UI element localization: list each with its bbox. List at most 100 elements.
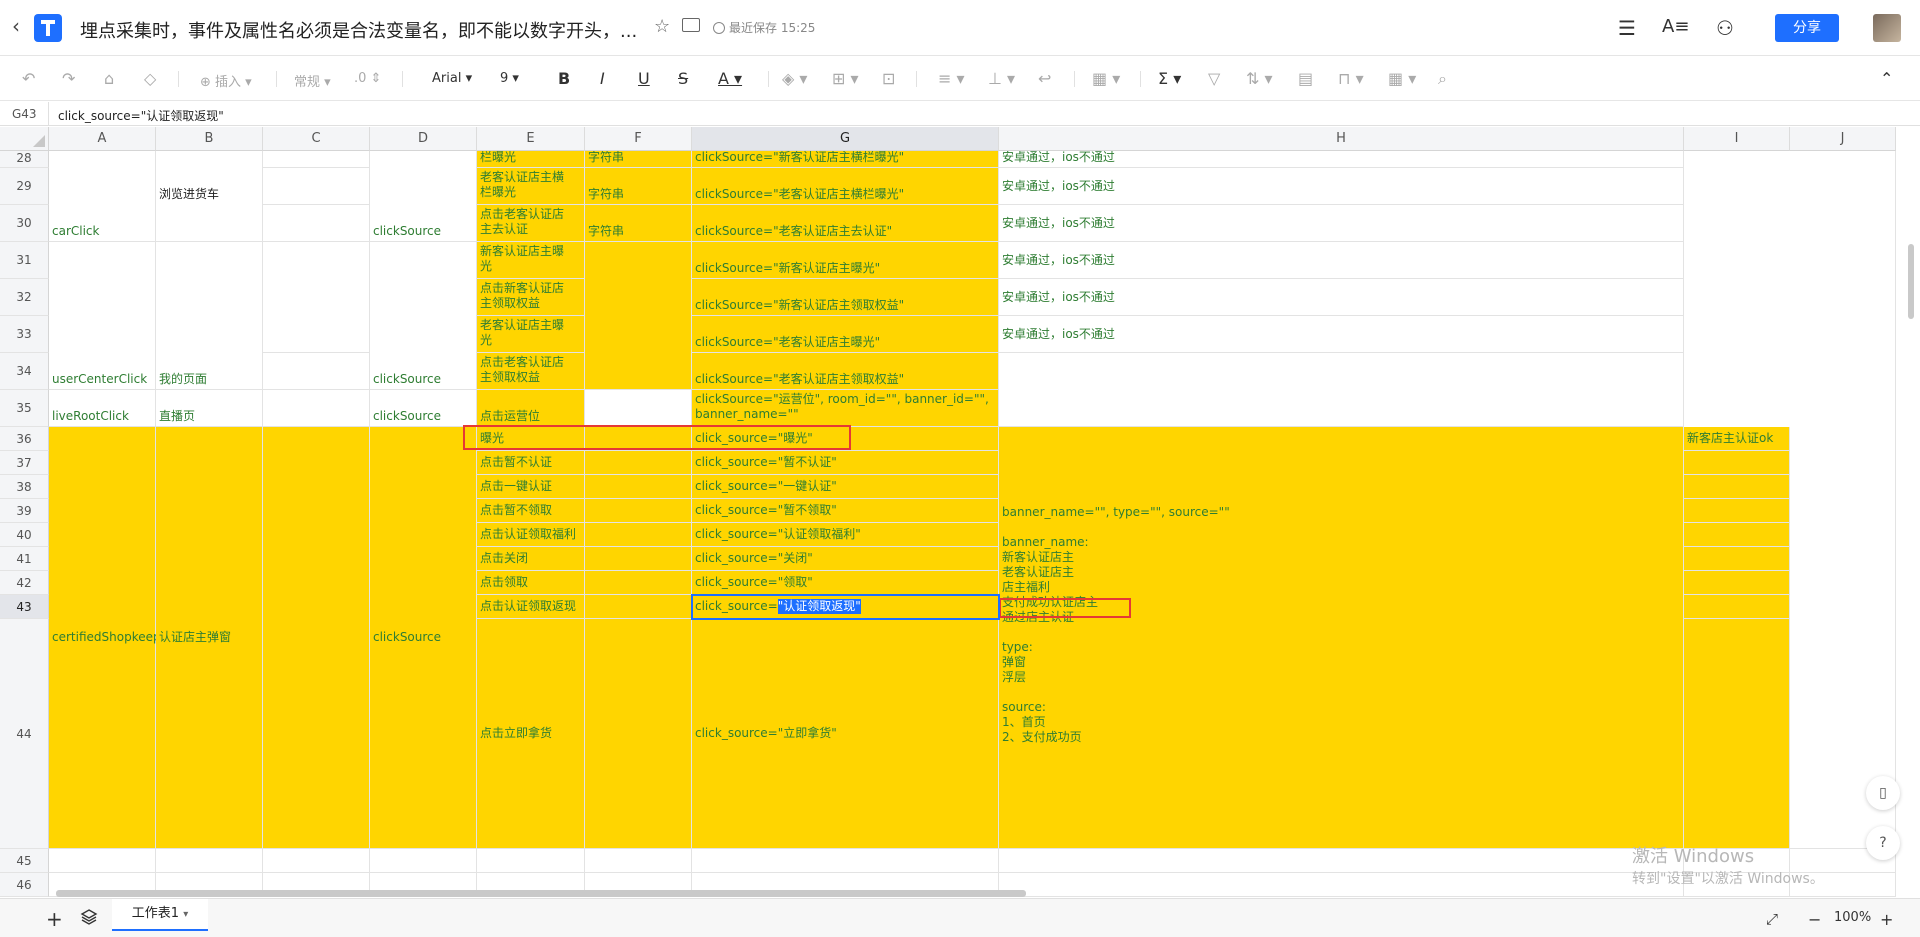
cell-c31[interactable]	[263, 242, 370, 353]
format-painter-icon[interactable]: ⌂	[104, 69, 114, 88]
cell-f31[interactable]	[585, 242, 692, 390]
cell-c34[interactable]	[263, 353, 370, 390]
avatar[interactable]	[1873, 14, 1901, 42]
row-header[interactable]: 33	[0, 316, 49, 353]
cell-i36[interactable]: 新客店主认证ok	[1684, 427, 1790, 451]
insert-button[interactable]: ⊕ 插入 ▾	[200, 71, 252, 90]
column-header-h[interactable]: H	[999, 127, 1684, 151]
cell-h33[interactable]: 安卓通过，ios不通过	[999, 316, 1684, 353]
cell-b36[interactable]: 认证店主弹窗	[156, 427, 263, 849]
cell-f37[interactable]	[585, 451, 692, 475]
font-size-select[interactable]: 9 ▾	[500, 71, 519, 86]
back-icon[interactable]: ‹	[12, 14, 20, 38]
cell-f28[interactable]: 字符串	[585, 151, 692, 168]
sort-icon[interactable]: ⇅ ▾	[1246, 69, 1273, 88]
add-sheet-icon[interactable]: +	[46, 907, 63, 931]
cell-i40[interactable]	[1684, 523, 1790, 547]
conditional-format-icon[interactable]: ▦ ▾	[1092, 69, 1120, 88]
cell-e36[interactable]: 曝光	[477, 427, 585, 451]
cell-i44[interactable]	[1684, 619, 1790, 849]
zoom-level[interactable]: 100%	[1834, 910, 1871, 925]
cell-c45[interactable]	[263, 849, 370, 873]
cell-g34[interactable]: clickSource="老客认证店主领取权益"	[692, 353, 999, 390]
column-header-f[interactable]: F	[585, 127, 692, 151]
font-select[interactable]: Arial ▾	[432, 71, 472, 86]
cell-g38[interactable]: click_source="一键认证"	[692, 475, 999, 499]
row-header[interactable]: 41	[0, 547, 49, 571]
cell-i37[interactable]	[1684, 451, 1790, 475]
merge-icon[interactable]: ⊡	[882, 69, 895, 88]
cell-e29[interactable]: 老客认证店主横 栏曝光	[477, 168, 585, 205]
cell-reference[interactable]: G43	[12, 107, 37, 121]
cell-e43[interactable]: 点击认证领取返现	[477, 595, 585, 619]
cell-g43[interactable]: click_source= "认证领取返现"	[692, 595, 999, 619]
column-header-e[interactable]: E	[477, 127, 585, 151]
cell-g36[interactable]: click_source="曝光"	[692, 427, 999, 451]
cell-e30[interactable]: 点击老客认证店 主去认证	[477, 205, 585, 242]
row-header[interactable]: 29	[0, 168, 49, 205]
folder-icon[interactable]	[682, 18, 700, 32]
cell-h45[interactable]	[999, 849, 1684, 873]
cell-f30[interactable]: 字符串	[585, 205, 692, 242]
italic-icon[interactable]: I	[600, 69, 605, 88]
column-header-d[interactable]: D	[370, 127, 477, 151]
cell-j-column[interactable]	[1790, 151, 1896, 849]
bold-icon[interactable]: B	[558, 69, 570, 88]
cell-g37[interactable]: click_source="暂不认证"	[692, 451, 999, 475]
cell-d35[interactable]: clickSource	[370, 390, 477, 427]
cell-h32[interactable]: 安卓通过，ios不通过	[999, 279, 1684, 316]
row-header[interactable]: 36	[0, 427, 49, 451]
column-header-j[interactable]: J	[1790, 127, 1896, 151]
cell-g39[interactable]: click_source="暂不领取"	[692, 499, 999, 523]
vertical-scrollbar[interactable]	[1908, 244, 1914, 319]
cell-a34[interactable]: userCenterClick	[49, 242, 156, 390]
wrap-icon[interactable]: ↩	[1038, 69, 1051, 88]
notebook-icon[interactable]: ▯	[1866, 776, 1900, 810]
cell-g45[interactable]	[692, 849, 999, 873]
cell-c30[interactable]	[263, 205, 370, 242]
cell-f35[interactable]	[585, 390, 692, 427]
row-header[interactable]: 39	[0, 499, 49, 523]
cell-f43[interactable]	[585, 595, 692, 619]
cell-i38[interactable]	[1684, 475, 1790, 499]
cell-i39[interactable]	[1684, 499, 1790, 523]
row-header[interactable]: 31	[0, 242, 49, 279]
cell-e28[interactable]: 栏曝光	[477, 151, 585, 168]
row-header[interactable]: 46	[0, 873, 49, 897]
sheet-tab[interactable]: 工作表1 ▾	[112, 899, 208, 931]
row-header[interactable]: 43	[0, 595, 49, 619]
horizontal-scrollbar[interactable]	[56, 890, 1026, 897]
row-header[interactable]: 42	[0, 571, 49, 595]
row-header[interactable]: 40	[0, 523, 49, 547]
cell-a36[interactable]: certifiedShopkeeper	[49, 427, 173, 849]
row-header[interactable]: 44	[0, 619, 49, 849]
cell-c28[interactable]	[263, 151, 370, 168]
lock-icon[interactable]: ⊓ ▾	[1338, 69, 1364, 88]
cell-f40[interactable]	[585, 523, 692, 547]
zoom-in-icon[interactable]: +	[1880, 910, 1893, 929]
redo-icon[interactable]: ↷	[62, 69, 75, 88]
underline-icon[interactable]: U	[638, 69, 650, 88]
row-header[interactable]: 34	[0, 353, 49, 390]
freeze-icon[interactable]: ▤	[1298, 69, 1313, 88]
cell-e41[interactable]: 点击关闭	[477, 547, 585, 571]
strikethrough-icon[interactable]: S	[678, 69, 688, 88]
cell-e35[interactable]: 点击运营位	[477, 390, 585, 427]
table-icon[interactable]: ▦ ▾	[1388, 69, 1416, 88]
cell-g40[interactable]: click_source="认证领取福利"	[692, 523, 999, 547]
column-header-b[interactable]: B	[156, 127, 263, 151]
menu-icon[interactable]: ☰	[1618, 16, 1636, 40]
row-header[interactable]: 45	[0, 849, 49, 873]
filter-icon[interactable]: ▽	[1208, 69, 1220, 88]
cell-i41[interactable]	[1684, 547, 1790, 571]
decimal-button[interactable]: .0 ⇕	[354, 71, 381, 86]
cell-h29[interactable]: 安卓通过，ios不通过	[999, 168, 1684, 205]
font-color-icon[interactable]: A ▾	[718, 69, 742, 88]
row-header[interactable]: 38	[0, 475, 49, 499]
cell-e45[interactable]	[477, 849, 585, 873]
zoom-out-icon[interactable]: −	[1808, 910, 1821, 929]
sum-icon[interactable]: Σ ▾	[1158, 69, 1181, 88]
star-icon[interactable]: ☆	[654, 16, 670, 37]
cell-g30[interactable]: clickSource="老客认证店主去认证"	[692, 205, 999, 242]
cell-c29[interactable]	[263, 168, 370, 205]
